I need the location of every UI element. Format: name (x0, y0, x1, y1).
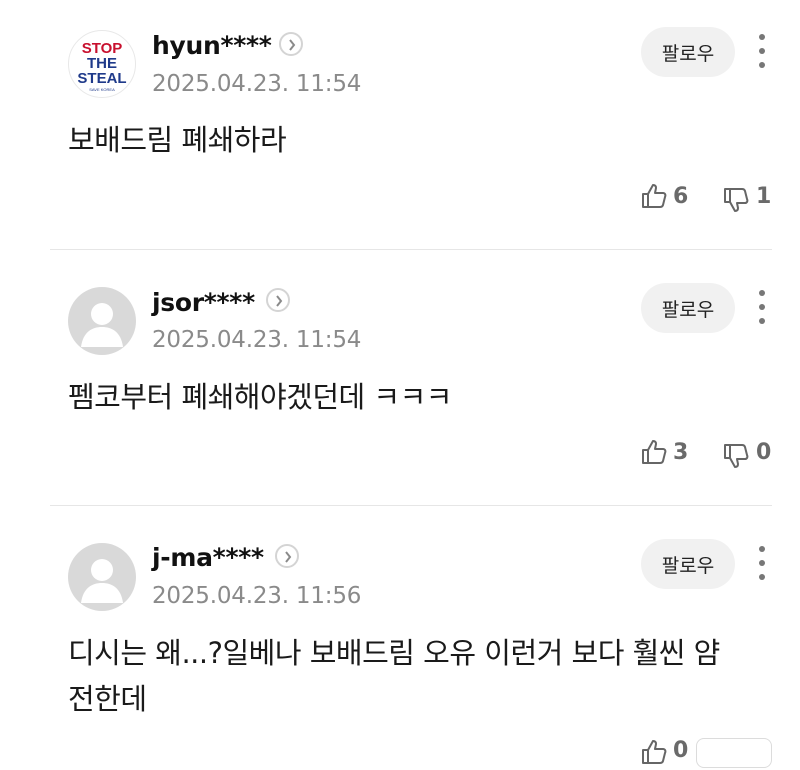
default-avatar-icon (81, 559, 123, 603)
username[interactable]: hyun**** (152, 31, 272, 60)
comment-item: STOP THE STEAL SAVE KOREA hyun**** 2025.… (0, 0, 800, 250)
dislike-count: 1 (756, 184, 772, 209)
profile-arrow-icon[interactable] (266, 288, 290, 312)
comment-text: 보배드림 폐쇄하라 (68, 123, 287, 157)
thumbs-up-icon[interactable] (640, 438, 668, 470)
comment-text: 펨코부터 폐쇄해야겠던데 ㅋㅋㅋ (68, 380, 452, 414)
follow-button[interactable]: 팔로우 (641, 27, 735, 77)
like-count: 0 (673, 738, 689, 763)
dislike-count: 0 (756, 440, 772, 465)
thumbs-up-icon[interactable] (640, 738, 668, 770)
avatar[interactable] (68, 543, 136, 611)
profile-arrow-icon[interactable] (275, 544, 299, 568)
comment-item: j-ma**** 2025.04.23. 11:56 팔로우 디시는 왜...?… (0, 506, 800, 768)
more-icon[interactable] (752, 31, 772, 71)
comment-text: 디시는 왜...?일베나 보배드림 오유 이런거 보다 훨씬 얌전한데 (68, 636, 720, 716)
like-count: 6 (673, 184, 689, 209)
username[interactable]: jsor**** (152, 288, 255, 317)
more-icon[interactable] (752, 543, 772, 583)
comment-item: jsor**** 2025.04.23. 11:54 팔로우 펨코부터 폐쇄해야… (0, 250, 800, 506)
avatar[interactable] (68, 287, 136, 355)
like-count: 3 (673, 440, 689, 465)
thumbs-down-icon[interactable] (722, 186, 750, 218)
follow-button[interactable]: 팔로우 (641, 539, 735, 589)
follow-button[interactable]: 팔로우 (641, 283, 735, 333)
profile-arrow-icon[interactable] (279, 32, 303, 56)
svg-text:STEAL: STEAL (77, 70, 126, 87)
thumbs-down-box[interactable] (696, 738, 772, 768)
more-icon[interactable] (752, 287, 772, 327)
stop-the-steal-logo: STOP THE STEAL SAVE KOREA (77, 40, 126, 92)
timestamp: 2025.04.23. 11:54 (152, 327, 362, 353)
timestamp: 2025.04.23. 11:54 (152, 71, 362, 97)
svg-text:SAVE KOREA: SAVE KOREA (89, 87, 115, 92)
thumbs-down-icon[interactable] (722, 442, 750, 474)
thumbs-up-icon[interactable] (640, 182, 668, 214)
default-avatar-icon (81, 303, 123, 347)
avatar[interactable]: STOP THE STEAL SAVE KOREA (68, 30, 136, 98)
timestamp: 2025.04.23. 11:56 (152, 583, 362, 609)
username[interactable]: j-ma**** (152, 543, 264, 572)
